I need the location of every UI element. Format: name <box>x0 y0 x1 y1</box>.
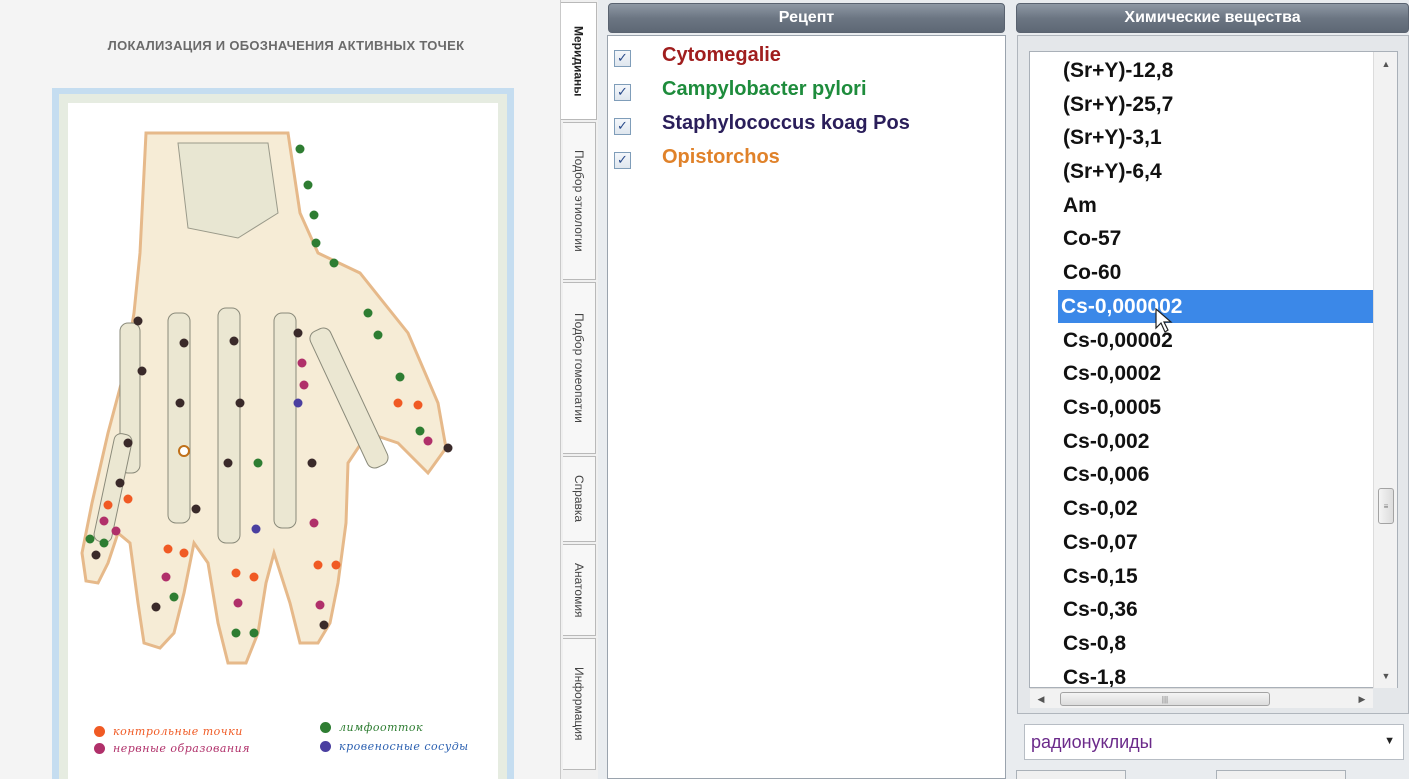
chemical-item-selected[interactable]: Cs-0,000002 <box>1058 290 1373 323</box>
chemical-item[interactable]: Cs-0,0002 <box>1060 357 1375 390</box>
chemical-item[interactable]: Cs-0,15 <box>1060 560 1375 593</box>
bottom-tab[interactable] <box>1016 770 1126 779</box>
category-select[interactable]: радионуклиды ▼ <box>1024 724 1404 760</box>
chemical-item[interactable]: Co-60 <box>1060 256 1375 289</box>
legend-dot <box>320 741 331 752</box>
hand-plate: контрольные точки лимфоотток нервные обр… <box>52 88 514 779</box>
checkbox-checked-icon[interactable]: ✓ <box>614 117 631 135</box>
legend-dot <box>94 726 105 737</box>
legend-item-lymph: лимфоотток <box>320 721 423 734</box>
tab-information[interactable]: Информация <box>563 638 596 770</box>
legend-dot <box>320 722 331 733</box>
image-title: ЛОКАЛИЗАЦИЯ И ОБОЗНАЧЕНИЯ АКТИВНЫХ ТОЧЕК <box>107 38 465 53</box>
checkbox-checked-icon[interactable]: ✓ <box>614 151 631 169</box>
chemical-item[interactable]: Cs-0,8 <box>1060 627 1375 660</box>
chemical-item[interactable]: Am <box>1060 189 1375 222</box>
chemical-item[interactable]: Co-57 <box>1060 222 1375 255</box>
chemical-item[interactable]: (Sr+Y)-3,1 <box>1060 121 1375 154</box>
checkbox-checked-icon[interactable]: ✓ <box>614 49 631 67</box>
recipe-item[interactable]: ✓ Campylobacter pylori <box>614 74 867 104</box>
side-tab-strip: Меридианы Подбор этиологии Подбор гомеоп… <box>560 0 598 779</box>
chemical-item[interactable]: Cs-0,36 <box>1060 593 1375 626</box>
chemical-item[interactable]: Cs-0,0005 <box>1060 391 1375 424</box>
tab-etiology[interactable]: Подбор этиологии <box>563 122 596 280</box>
checkbox-checked-icon[interactable]: ✓ <box>614 83 631 101</box>
chevron-down-icon[interactable]: ▼ <box>1384 735 1395 747</box>
scroll-thumb[interactable]: ≡ <box>1378 488 1394 524</box>
scroll-up-icon[interactable]: ▲ <box>1374 54 1398 74</box>
chemical-item[interactable]: (Sr+Y)-6,4 <box>1060 155 1375 188</box>
scroll-right-icon[interactable]: ▶ <box>1353 689 1371 709</box>
tab-reference[interactable]: Справка <box>563 456 596 542</box>
chemical-item[interactable]: Cs-0,006 <box>1060 458 1375 491</box>
bottom-tab[interactable] <box>1216 770 1346 779</box>
chemical-item[interactable]: Cs-0,02 <box>1060 492 1375 525</box>
recipe-item[interactable]: ✓ Opistorchos <box>614 142 780 172</box>
anatomy-image-panel: ЛОКАЛИЗАЦИЯ И ОБОЗНАЧЕНИЯ АКТИВНЫХ ТОЧЕК <box>0 0 560 779</box>
scroll-down-icon[interactable]: ▼ <box>1374 666 1398 686</box>
recipe-item[interactable]: ✓ Staphylococcus koag Pos <box>614 108 910 138</box>
hand-illustration: контрольные точки лимфоотток нервные обр… <box>68 103 498 779</box>
chemicals-header: Химические вещества <box>1016 3 1409 33</box>
chemical-item[interactable]: Cs-1,8 <box>1060 661 1375 688</box>
scroll-thumb[interactable]: ||| <box>1060 692 1270 706</box>
recipe-item[interactable]: ✓ Cytomegalie <box>614 40 781 70</box>
tab-anatomy[interactable]: Анатомия <box>563 544 596 636</box>
tab-homeopathy[interactable]: Подбор гомеопатии <box>563 282 596 454</box>
chemicals-horizontal-scrollbar[interactable]: ◀ ||| ▶ <box>1030 688 1373 708</box>
tab-meridians[interactable]: Меридианы <box>561 2 597 120</box>
chemicals-list[interactable]: (Sr+Y)-12,8 (Sr+Y)-25,7 (Sr+Y)-3,1 (Sr+Y… <box>1029 51 1398 688</box>
chemical-item[interactable]: (Sr+Y)-12,8 <box>1060 54 1375 87</box>
chemical-item[interactable]: Cs-0,07 <box>1060 526 1375 559</box>
scroll-left-icon[interactable]: ◀ <box>1032 689 1050 709</box>
bottom-tab-strip <box>1016 770 1409 779</box>
legend-dot <box>94 743 105 754</box>
recipe-header: Рецепт <box>608 3 1005 33</box>
chemical-item[interactable]: (Sr+Y)-25,7 <box>1060 88 1375 121</box>
hand-skeleton-drawing <box>80 131 453 665</box>
legend-item-vessels: кровеносные сосуды <box>320 740 469 753</box>
recipe-list: ✓ Cytomegalie ✓ Campylobacter pylori ✓ S… <box>607 35 1006 779</box>
legend-item-control-points: контрольные точки <box>94 725 243 738</box>
legend-item-nerves: нервные образования <box>94 742 250 755</box>
chemical-item[interactable]: Cs-0,002 <box>1060 425 1375 458</box>
chemical-item[interactable]: Cs-0,00002 <box>1060 324 1375 357</box>
mouse-cursor-icon <box>1155 308 1173 333</box>
chemicals-vertical-scrollbar[interactable]: ▲ ≡ ▼ <box>1373 52 1397 688</box>
